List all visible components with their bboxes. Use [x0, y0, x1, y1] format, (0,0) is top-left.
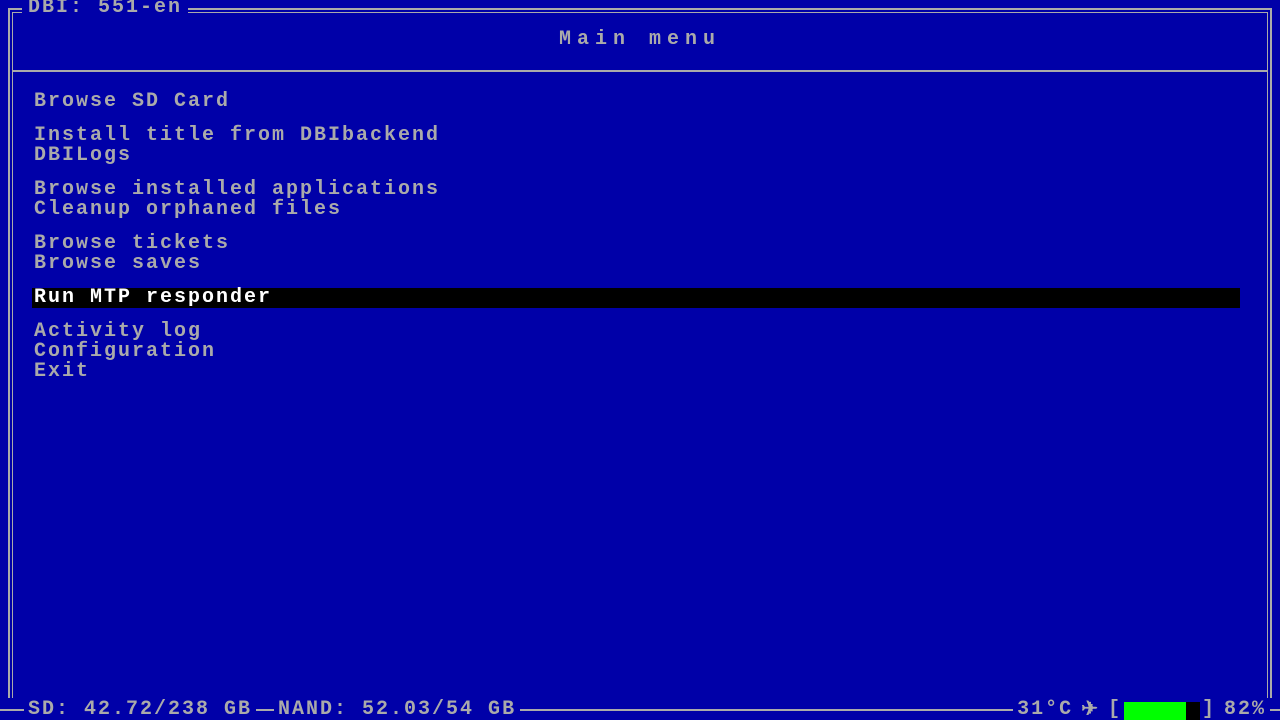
temperature: 31°C: [1013, 698, 1077, 720]
menu-item[interactable]: Browse saves: [34, 254, 1234, 274]
menu-item[interactable]: Browse installed applications: [34, 180, 1234, 200]
menu-item[interactable]: Browse SD Card: [34, 92, 1234, 112]
menu-item[interactable]: Configuration: [34, 342, 1234, 362]
page-title: Main menu: [0, 28, 1280, 51]
menu-item[interactable]: Install title from DBIbackend: [34, 126, 1234, 146]
main-menu: Browse SD Card Install title from DBIback…: [34, 92, 1234, 382]
airplane-icon: ✈: [1077, 696, 1104, 720]
sd-usage: SD: 42.72/238 GB: [24, 698, 256, 720]
menu-item[interactable]: Run MTP responder: [32, 288, 1240, 308]
menu-item[interactable]: Exit: [34, 362, 1234, 382]
menu-item[interactable]: Activity log: [34, 322, 1234, 342]
divider: [12, 70, 1268, 72]
app-title: DBI: 551-en: [22, 0, 188, 18]
menu-item[interactable]: DBILogs: [34, 146, 1234, 166]
battery-percent: 82%: [1220, 698, 1270, 720]
menu-item[interactable]: Browse tickets: [34, 234, 1234, 254]
menu-item[interactable]: Cleanup orphaned files: [34, 200, 1234, 220]
battery-indicator: [ ]: [1104, 698, 1220, 720]
nand-usage: NAND: 52.03/54 GB: [274, 698, 520, 720]
status-bar: SD: 42.72/238 GB NAND: 52.03/54 GB 31°C …: [0, 698, 1280, 720]
